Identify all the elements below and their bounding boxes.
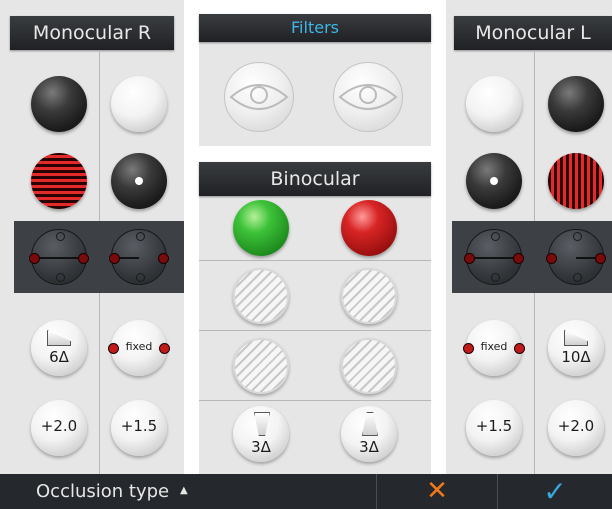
bin-green-filter-button[interactable] [233, 200, 289, 256]
eye-icon [338, 84, 398, 110]
l-pinhole-button[interactable] [466, 153, 522, 209]
l-prism-10-label: 10Δ [561, 348, 591, 366]
filters-panel: Filters [199, 14, 431, 146]
l-fixed-button[interactable]: fixed [463, 320, 525, 376]
footer-bar: Occlusion type ▲ ✕ ✓ [0, 474, 612, 509]
bin-polarized-a-button[interactable] [233, 268, 289, 324]
l-plus-2-label: +2.0 [557, 417, 595, 435]
r-eye-filter-button[interactable] [224, 62, 294, 132]
l-plus-1-5-button[interactable]: +1.5 [466, 400, 522, 456]
r-plus-2-button[interactable]: +2.0 [31, 400, 87, 456]
r-plus-1-5-button[interactable]: +1.5 [111, 400, 167, 456]
cancel-button[interactable]: ✕ [377, 474, 497, 509]
binocular-title: Binocular [199, 162, 431, 196]
bin-red-filter-button[interactable] [341, 200, 397, 256]
r-fixed-label: fixed [125, 340, 153, 353]
occlusion-type-label: Occlusion type [36, 481, 170, 502]
checkmark-icon: ✓ [543, 475, 567, 508]
r-red-maddox-button[interactable] [31, 153, 87, 209]
prism-icon [254, 412, 270, 436]
r-occluder-black-button[interactable] [31, 76, 87, 132]
caret-up-icon: ▲ [180, 485, 188, 496]
prism-icon [564, 330, 588, 346]
eye-icon [229, 84, 289, 110]
confirm-button[interactable]: ✓ [498, 474, 612, 509]
r-prism-6-button[interactable]: 6Δ [31, 320, 87, 376]
row-divider [199, 260, 431, 261]
bin-polarized-b-button[interactable] [341, 268, 397, 324]
r-occluder-white-button[interactable] [111, 76, 167, 132]
l-rod-horizontal-button[interactable] [464, 229, 524, 285]
r-pinhole-button[interactable] [111, 153, 167, 209]
monocular-l-title: Monocular L [454, 16, 612, 50]
r-plus-1-5-label: +1.5 [120, 417, 158, 435]
prism-icon [47, 330, 71, 346]
l-plus-2-button[interactable]: +2.0 [548, 400, 604, 456]
binocular-panel: Binocular 3Δ 3Δ [199, 162, 431, 474]
r-fixed-button[interactable]: fixed [108, 320, 170, 376]
l-fixed-label: fixed [480, 340, 508, 353]
occlusion-type-dropdown[interactable]: Occlusion type ▲ [0, 474, 376, 509]
monocular-r-title: Monocular R [10, 16, 174, 50]
l-red-maddox-button[interactable] [548, 153, 604, 209]
monocular-l-panel: Monocular L fixed 10Δ +1.5 +2.0 [446, 0, 612, 474]
monocular-r-panel: Monocular R 6Δ fixed +2.0 +1.5 [0, 0, 184, 474]
bin-polarized-d-button[interactable] [341, 338, 397, 394]
l-eye-filter-button[interactable] [333, 62, 403, 132]
l-occluder-black-button[interactable] [548, 76, 604, 132]
prism-icon [362, 412, 378, 436]
r-rod-horizontal-button[interactable] [29, 229, 89, 285]
r-rod-vertical-button[interactable] [109, 229, 169, 285]
r-prism-6-label: 6Δ [49, 348, 69, 366]
row-divider [199, 330, 431, 331]
filters-title: Filters [199, 14, 431, 42]
bin-prism-3-b-button[interactable]: 3Δ [341, 406, 397, 462]
bin-polarized-c-button[interactable] [233, 338, 289, 394]
r-plus-2-label: +2.0 [40, 417, 78, 435]
l-prism-10-button[interactable]: 10Δ [548, 320, 604, 376]
close-icon: ✕ [426, 476, 448, 506]
bin-prism-3-a-button[interactable]: 3Δ [233, 406, 289, 462]
l-occluder-white-button[interactable] [466, 76, 522, 132]
l-plus-1-5-label: +1.5 [475, 417, 513, 435]
bin-prism-3-a-label: 3Δ [251, 438, 271, 456]
row-divider [199, 400, 431, 401]
bin-prism-3-b-label: 3Δ [359, 438, 379, 456]
l-rod-vertical-button[interactable] [546, 229, 606, 285]
